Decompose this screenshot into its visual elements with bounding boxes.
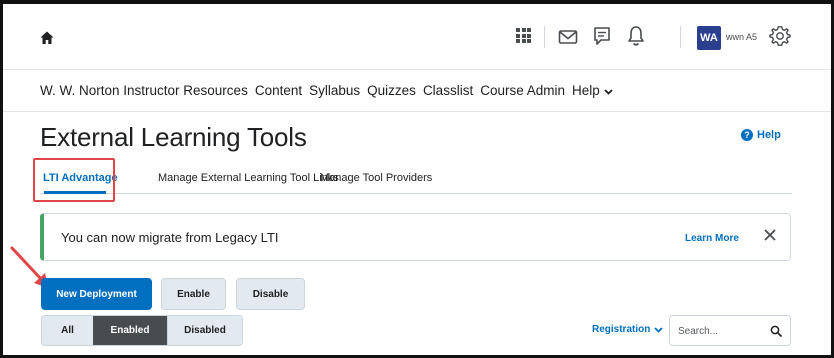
migration-alert: You can now migrate from Legacy LTI Lear… (40, 213, 791, 261)
app-launcher-icon[interactable] (516, 28, 531, 45)
registration-label: Registration (592, 324, 651, 335)
tab-manage-external-links[interactable]: Manage External Learning Tool Links (158, 172, 339, 184)
nav-item-help-label: Help (572, 83, 600, 98)
chevron-down-icon (654, 326, 663, 333)
help-icon: ? (741, 129, 753, 141)
avatar[interactable]: WA (697, 26, 721, 50)
nav-item-course-admin[interactable]: Course Admin (480, 83, 565, 98)
disable-button[interactable]: Disable (236, 278, 305, 310)
filter-all-button[interactable]: All (42, 316, 93, 345)
page-title: External Learning Tools (40, 122, 307, 152)
tab-bar: LTI Advantage Manage External Learning T… (40, 162, 792, 194)
top-bar: WA wwn A5 (3, 4, 831, 70)
nav-item-help[interactable]: Help (572, 83, 613, 98)
help-label: Help (757, 129, 781, 141)
filter-disabled-button[interactable]: Disabled (167, 316, 242, 345)
course-navbar: W. W. Norton Instructor Resources Conten… (3, 70, 831, 112)
user-name[interactable]: wwn A5 (726, 32, 757, 42)
message-icon[interactable] (558, 29, 578, 45)
search-icon[interactable] (770, 325, 782, 337)
filter-enabled-button[interactable]: Enabled (93, 316, 167, 345)
home-icon[interactable] (39, 30, 55, 46)
nav-item-syllabus[interactable]: Syllabus (309, 83, 360, 98)
status-filter: All Enabled Disabled (41, 315, 243, 346)
nav-item-instructor-resources[interactable]: W. W. Norton Instructor Resources (40, 83, 248, 98)
search-box (669, 315, 791, 346)
bell-icon[interactable] (627, 25, 645, 47)
chat-icon[interactable] (592, 26, 612, 48)
annotation-highlight-box (33, 158, 115, 202)
chevron-down-icon (604, 89, 613, 95)
nav-item-classlist[interactable]: Classlist (423, 83, 473, 98)
search-input[interactable] (678, 323, 758, 339)
learn-more-link[interactable]: Learn More (685, 233, 739, 244)
alert-message: You can now migrate from Legacy LTI (61, 230, 279, 245)
registration-dropdown[interactable]: Registration (592, 324, 663, 335)
divider (544, 26, 545, 48)
nav-item-content[interactable]: Content (255, 83, 302, 98)
help-link[interactable]: ? Help (741, 129, 781, 141)
nav-item-quizzes[interactable]: Quizzes (367, 83, 416, 98)
divider (680, 26, 681, 48)
new-deployment-button[interactable]: New Deployment (41, 278, 152, 310)
enable-button[interactable]: Enable (161, 278, 226, 310)
tab-manage-tool-providers[interactable]: Manage Tool Providers (320, 172, 432, 184)
close-icon[interactable] (762, 227, 778, 243)
gear-icon[interactable] (769, 25, 791, 47)
